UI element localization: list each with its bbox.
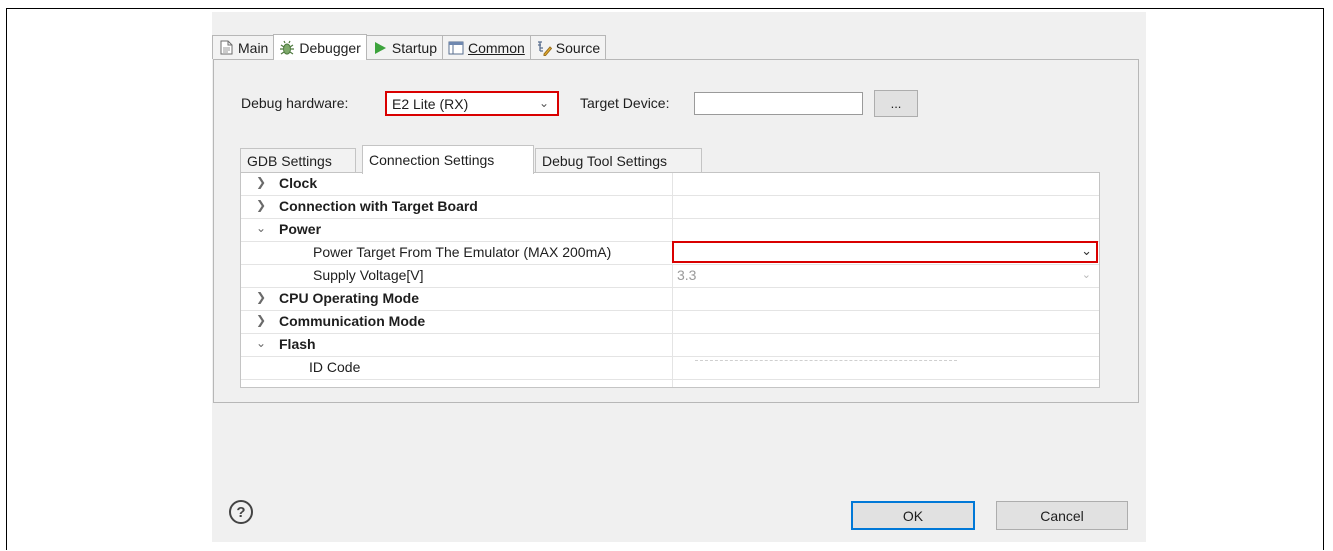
row-label: CPU Operating Mode — [279, 290, 420, 306]
chevron-down-icon: ⌄ — [538, 96, 549, 110]
window-icon — [448, 40, 464, 56]
tab-source[interactable]: Source — [529, 35, 607, 59]
grid-row-flash[interactable]: ⌄ Flash — [241, 334, 1099, 357]
tab-startup[interactable]: Startup — [365, 35, 443, 59]
chevron-down-icon[interactable]: ⌄ — [255, 221, 267, 235]
grid-row-clock[interactable]: ❯ Clock — [241, 173, 1099, 196]
grid-row-communication-mode[interactable]: ❯ Communication Mode — [241, 311, 1099, 334]
target-device-label: Target Device: — [580, 95, 670, 111]
tab-common[interactable]: Common — [442, 35, 531, 59]
help-icon[interactable]: ? — [229, 500, 253, 524]
power-target-select[interactable]: ⌄ — [672, 241, 1098, 263]
launch-tabs: Main Debugger Startup Common Source — [212, 34, 607, 60]
grid-row-power[interactable]: ⌄ Power — [241, 219, 1099, 242]
tab-gdb-settings[interactable]: GDB Settings — [240, 148, 356, 173]
chevron-right-icon[interactable]: ❯ — [255, 175, 267, 189]
row-label: Power Target From The Emulator (MAX 200m… — [313, 244, 612, 260]
row-label: Clock — [279, 175, 318, 191]
debug-hardware-label: Debug hardware: — [241, 95, 349, 111]
target-device-field[interactable] — [694, 92, 863, 115]
chevron-down-icon[interactable]: ⌄ — [255, 336, 267, 350]
tab-debug-tool-settings[interactable]: Debug Tool Settings — [535, 148, 702, 173]
grid-row-connection-with-target-board[interactable]: ❯ Connection with Target Board — [241, 196, 1099, 219]
row-label: Supply Voltage[V] — [313, 267, 424, 283]
row-label: Flash — [279, 336, 316, 352]
ok-button[interactable]: OK — [851, 501, 975, 530]
row-label: Communication Mode — [279, 313, 426, 329]
debug-hardware-value: E2 Lite (RX) — [392, 96, 469, 112]
debug-hardware-select[interactable]: E2 Lite (RX) ⌄ — [385, 91, 559, 116]
tab-debugger-label: Debugger — [299, 39, 361, 56]
supply-voltage-value: 3.3 — [677, 267, 697, 283]
connection-settings-grid: ❯ Clock ❯ Connection with Target Board ⌄… — [240, 172, 1100, 388]
bug-icon — [279, 40, 295, 56]
source-lookup-icon — [536, 40, 552, 56]
tab-connection-settings[interactable]: Connection Settings — [362, 145, 534, 174]
tab-main[interactable]: Main — [212, 35, 275, 59]
tab-main-label: Main — [238, 39, 269, 56]
tab-common-label: Common — [468, 39, 525, 56]
tab-source-label: Source — [555, 39, 601, 56]
document-icon — [218, 40, 234, 56]
target-device-browse-button[interactable]: ... — [874, 90, 918, 117]
grid-row-id-code[interactable]: ID Code — [241, 357, 1099, 380]
row-label: Connection with Target Board — [279, 198, 478, 214]
row-label: Power — [279, 221, 322, 237]
play-icon — [372, 40, 388, 56]
cancel-button[interactable]: Cancel — [996, 501, 1128, 530]
grid-row-cpu-operating-mode[interactable]: ❯ CPU Operating Mode — [241, 288, 1099, 311]
chevron-right-icon[interactable]: ❯ — [255, 313, 267, 327]
tab-startup-label: Startup — [391, 39, 437, 56]
chevron-down-icon: ⌄ — [1081, 269, 1091, 281]
chevron-right-icon[interactable]: ❯ — [255, 290, 267, 304]
id-code-placeholder-line — [695, 360, 957, 361]
grid-row-supply-voltage[interactable]: Supply Voltage[V] 3.3 ⌄ — [241, 265, 1099, 288]
row-label: ID Code — [309, 359, 361, 375]
tab-debugger[interactable]: Debugger — [273, 34, 367, 60]
chevron-down-icon: ⌄ — [1081, 243, 1092, 258]
chevron-right-icon[interactable]: ❯ — [255, 198, 267, 212]
